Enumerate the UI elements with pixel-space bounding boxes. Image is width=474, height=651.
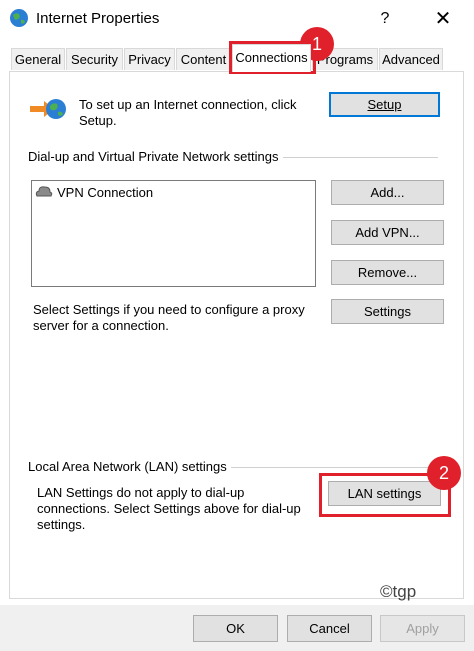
setup-button[interactable]: Setup: [329, 92, 440, 117]
ok-button[interactable]: OK: [193, 615, 278, 642]
step-badge-2: 2: [427, 456, 461, 490]
watermark: ©tgp: [380, 582, 417, 601]
apply-button[interactable]: Apply: [380, 615, 465, 642]
proxy-description: Select Settings if you need to configure…: [33, 302, 305, 333]
apply-button-label: Apply: [406, 621, 439, 636]
dialup-group-label: Dial-up and Virtual Private Network sett…: [28, 149, 283, 164]
tab-general[interactable]: General: [11, 48, 65, 70]
add-vpn-button-label: Add VPN...: [355, 225, 420, 240]
add-vpn-button[interactable]: Add VPN...: [331, 220, 444, 245]
add-button-label: Add...: [370, 185, 405, 200]
close-button[interactable]: ✕: [430, 6, 456, 32]
cancel-button[interactable]: Cancel: [287, 615, 372, 642]
window-title: Internet Properties: [36, 10, 160, 27]
lan-description: LAN Settings do not apply to dial-up con…: [37, 485, 301, 532]
network-setup-icon: [28, 96, 68, 122]
tab-content[interactable]: Content: [176, 48, 231, 70]
remove-button[interactable]: Remove...: [331, 260, 444, 285]
vpn-connection-label: VPN Connection: [57, 185, 154, 200]
help-button[interactable]: ?: [372, 6, 398, 32]
tab-security[interactable]: Security: [66, 48, 123, 70]
tab-advanced[interactable]: Advanced: [379, 48, 443, 70]
tab-connections[interactable]: Connections: [232, 44, 311, 72]
cancel-button-label: Cancel: [309, 621, 350, 636]
settings-button-label: Settings: [364, 304, 411, 319]
tab-privacy[interactable]: Privacy: [124, 48, 175, 70]
settings-button[interactable]: Settings: [331, 299, 444, 324]
setup-button-label: Setup: [367, 97, 402, 112]
vpn-connection-icon: [35, 185, 53, 199]
vpn-connection-list[interactable]: VPN Connection: [31, 180, 316, 287]
remove-button-label: Remove...: [357, 265, 418, 280]
setup-description: To set up an Internet connection, click …: [79, 97, 297, 128]
add-button[interactable]: Add...: [331, 180, 444, 205]
lan-group-label: Local Area Network (LAN) settings: [28, 459, 231, 474]
internet-globe-icon: [8, 7, 30, 29]
ok-button-label: OK: [226, 621, 245, 636]
